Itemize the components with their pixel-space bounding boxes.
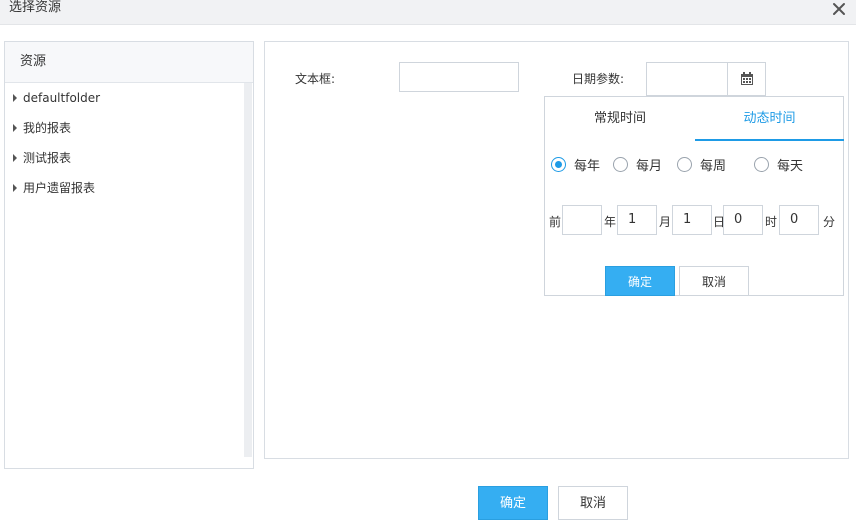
radio-label: 每周	[700, 158, 727, 174]
caret-right-icon[interactable]	[13, 154, 17, 162]
year-unit-label: 年	[604, 215, 617, 229]
radio-unchecked-icon	[677, 156, 692, 172]
radio-label: 每年	[574, 158, 601, 174]
resource-panel-header: 资源	[5, 42, 253, 83]
resource-panel: 资源 defaultfolder 我的报表 测试报表 用户遗留报表	[4, 41, 254, 469]
calendar-icon	[740, 72, 753, 85]
tree-item-my-reports[interactable]: 我的报表	[5, 113, 253, 143]
minute-input[interactable]: 0	[779, 205, 819, 235]
month-unit-label: 月	[659, 215, 672, 229]
dialog-titlebar: 选择资源	[0, 0, 856, 25]
tree-scrollbar[interactable]	[244, 83, 252, 457]
year-offset-input[interactable]	[562, 205, 602, 235]
radio-daily[interactable]: 每天	[754, 155, 804, 174]
month-input[interactable]: 1	[617, 205, 657, 235]
tree-item-label: defaultfolder	[23, 91, 101, 105]
radio-unchecked-icon	[754, 156, 769, 172]
radio-unchecked-icon	[613, 156, 628, 172]
minute-unit-label: 分	[823, 215, 836, 229]
tree-item-label: 测试报表	[23, 151, 72, 165]
prefix-label: 前	[549, 215, 562, 229]
radio-label: 每月	[636, 158, 663, 174]
resource-tree: defaultfolder 我的报表 测试报表 用户遗留报表	[5, 83, 253, 468]
calendar-button[interactable]	[727, 62, 766, 96]
radio-checked-icon	[551, 156, 566, 172]
radio-monthly[interactable]: 每月	[613, 155, 663, 174]
caret-right-icon[interactable]	[13, 184, 17, 192]
text-field[interactable]	[399, 62, 519, 92]
dialog-title: 选择资源	[9, 0, 62, 15]
date-param-input[interactable]	[646, 62, 728, 96]
date-picker-popup: 常规时间 动态时间 每年 每月 每周 每天 前 年 1 月 1 日 0 时 0 …	[544, 96, 844, 296]
date-param-label: 日期参数:	[572, 72, 625, 86]
hour-input[interactable]: 0	[723, 205, 763, 235]
text-field-label: 文本框:	[295, 72, 336, 86]
hour-unit-label: 时	[765, 215, 778, 229]
confirm-button[interactable]: 确定	[478, 486, 548, 520]
tree-item-label: 我的报表	[23, 121, 72, 135]
picker-confirm-button[interactable]: 确定	[605, 266, 675, 296]
cancel-button[interactable]: 取消	[558, 486, 628, 520]
radio-label: 每天	[777, 158, 804, 174]
tree-item-legacy-reports[interactable]: 用户遗留报表	[5, 173, 253, 203]
tree-item-defaultfolder[interactable]: defaultfolder	[5, 83, 253, 113]
caret-right-icon[interactable]	[13, 124, 17, 132]
tab-regular-time[interactable]: 常规时间	[545, 97, 695, 141]
day-input[interactable]: 1	[672, 205, 712, 235]
radio-weekly[interactable]: 每周	[677, 155, 727, 174]
tab-dynamic-time[interactable]: 动态时间	[695, 97, 844, 141]
tree-item-label: 用户遗留报表	[23, 181, 96, 195]
picker-cancel-button[interactable]: 取消	[679, 266, 749, 296]
radio-yearly[interactable]: 每年	[551, 155, 601, 174]
tree-item-test-reports[interactable]: 测试报表	[5, 143, 253, 173]
close-icon[interactable]	[832, 2, 846, 16]
caret-right-icon[interactable]	[13, 94, 17, 102]
